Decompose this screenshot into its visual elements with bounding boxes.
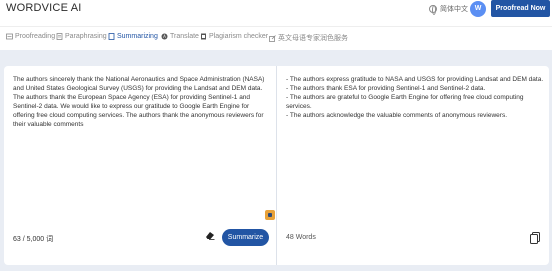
tool-nav: Proofreading Paraphrasing Summarizing A … [0,26,552,48]
nav-item-paraphrasing[interactable]: Paraphrasing [56,33,107,40]
nav-label-proofreading: Proofreading [15,33,56,40]
copy-icon[interactable] [530,232,540,244]
output-panel: - The authors express gratitude to NASA … [277,66,549,265]
nav-item-summarizing[interactable]: Summarizing [108,33,158,40]
summarizer-workspace: The authors sincerely thank the National… [0,50,552,271]
language-selector[interactable]: 简体中文 [429,4,468,15]
summary-output: - The authors express gratitude to NASA … [286,75,544,120]
nav-label-translate: Translate [170,33,199,40]
input-panel: The authors sincerely thank the National… [4,66,276,265]
svg-text:A: A [163,34,166,39]
nav-item-translate[interactable]: A Translate [161,33,199,40]
avatar[interactable]: W [470,1,486,17]
summary-bullet: - The authors express gratitude to NASA … [286,76,544,83]
globe-icon [429,5,437,15]
summary-bullet: - The authors thank ESA for providing Se… [286,85,486,92]
summarize-button[interactable]: Summarize [222,229,269,246]
external-link-icon [269,34,276,42]
document-icon [56,33,63,40]
language-label: 简体中文 [440,6,468,13]
assistant-widget-icon[interactable] [265,210,275,220]
nav-label-plagiarism-checker: Plagiarism checker [209,33,269,40]
input-word-count: 63 / 5,000 词 [13,236,54,243]
pencil-icon [6,33,13,40]
wordvice-logo[interactable]: WORDVICE AI [6,2,82,14]
input-textarea[interactable]: The authors sincerely thank the National… [13,75,271,129]
nav-item-plagiarism-checker[interactable]: Plagiarism checker [200,33,268,40]
summary-icon [108,33,115,40]
output-word-count: 48 Words [286,234,316,241]
nav-item-native-editing[interactable]: 英文母语专家润色服务 [269,33,348,43]
proofread-now-button[interactable]: Proofread Now [491,0,550,17]
nav-label-paraphrasing: Paraphrasing [65,33,107,40]
translate-icon: A [161,33,168,40]
nav-item-proofreading[interactable]: Proofreading [6,33,55,40]
nav-label-native-editing: 英文母语专家润色服务 [278,35,348,42]
eraser-icon[interactable] [205,231,215,240]
summary-bullet: - The authors are grateful to Google Ear… [286,94,524,110]
summary-bullet: - The authors acknowledge the valuable c… [286,112,507,119]
nav-label-summarizing: Summarizing [117,33,158,40]
plagiarism-icon [201,33,206,40]
top-bar: WORDVICE AI 简体中文 W Proofread Now [0,0,552,18]
